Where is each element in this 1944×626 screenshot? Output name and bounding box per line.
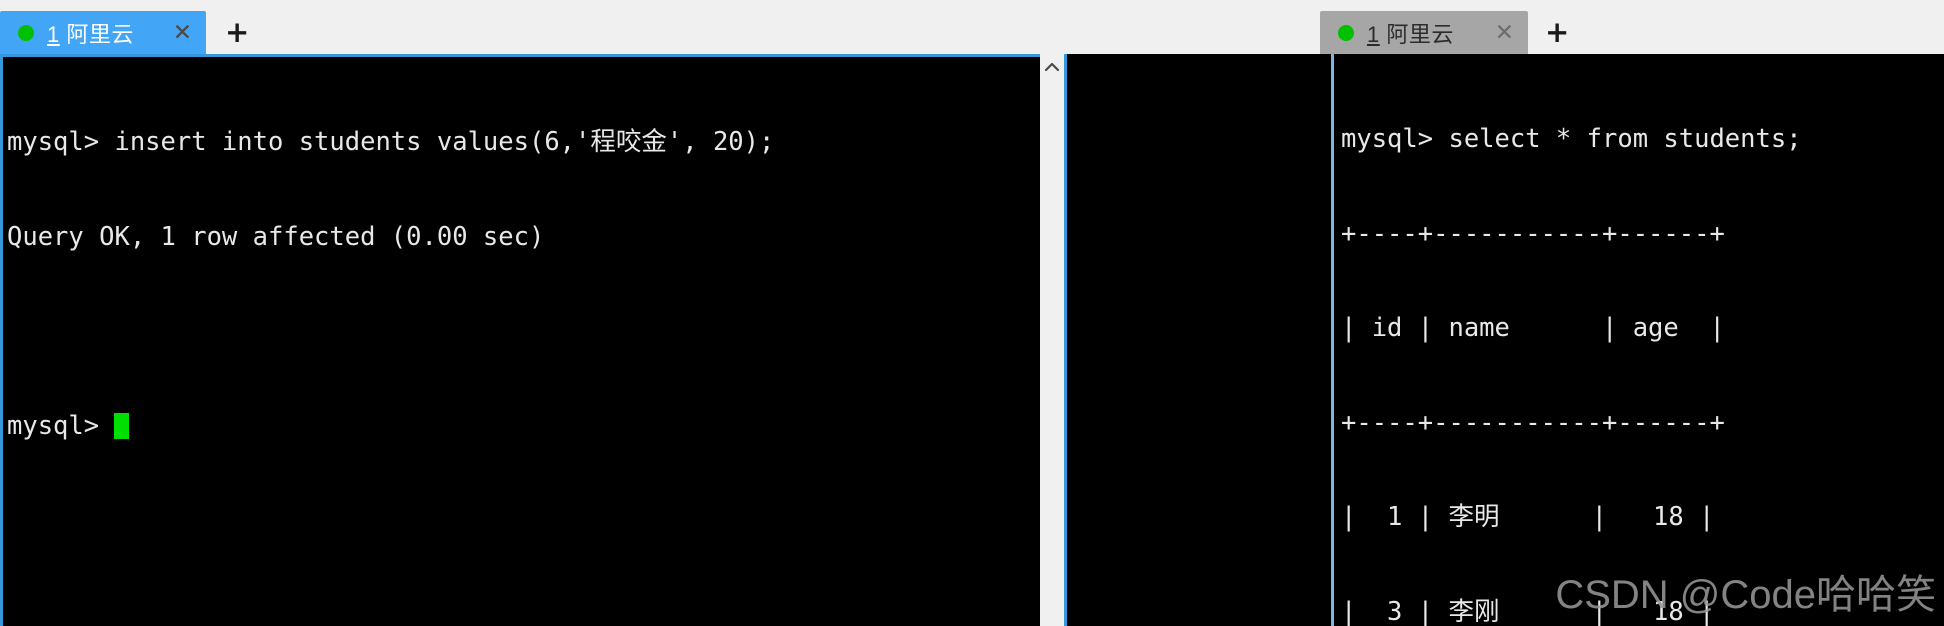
tab-aliyun-left[interactable]: 1 阿里云 ✕ xyxy=(0,11,206,54)
tab-aliyun-right[interactable]: 1 阿里云 ✕ xyxy=(1320,11,1528,54)
tab-number-right: 1 xyxy=(1367,21,1380,47)
terminal-line: +----+-----------+------+ xyxy=(1341,407,1725,438)
tab-title-left: 阿里云 xyxy=(66,21,134,47)
tab-title-right: 阿里云 xyxy=(1386,21,1454,47)
chrome-gap-top xyxy=(1067,0,1331,54)
tab-number-left: 1 xyxy=(47,21,60,47)
tab-label-right: 1 阿里云 xyxy=(1367,17,1454,49)
terminal-line: mysql> insert into students values(6,'程咬… xyxy=(7,127,775,157)
close-icon[interactable]: ✕ xyxy=(173,21,192,44)
terminal-gap-fill xyxy=(1067,54,1331,626)
chevron-up-icon[interactable] xyxy=(1040,54,1064,80)
prompt-text: mysql> xyxy=(7,410,115,441)
new-tab-button-left[interactable]: + xyxy=(225,18,249,47)
close-icon[interactable]: ✕ xyxy=(1495,21,1514,44)
tab-label-left: 1 阿里云 xyxy=(47,17,134,49)
right-terminal[interactable]: mysql> select * from students; +----+---… xyxy=(1331,54,1944,626)
app-root: 1 阿里云 ✕ + mysql> insert into students va… xyxy=(0,0,1944,626)
new-tab-button-right[interactable]: + xyxy=(1545,18,1569,47)
left-terminal[interactable]: mysql> insert into students values(6,'程咬… xyxy=(0,54,1040,626)
text-cursor xyxy=(114,412,130,439)
terminal-line: mysql> select * from students; xyxy=(1341,124,1802,154)
terminal-line: | id | name | age | xyxy=(1341,313,1725,343)
left-terminal-scrollbar[interactable] xyxy=(1040,54,1067,626)
terminal-line: +----+-----------+------+ xyxy=(1341,218,1725,249)
green-status-dot-icon xyxy=(18,24,34,41)
terminal-line: | 3 | 李刚 | 18 | xyxy=(1341,596,1715,626)
green-status-dot-icon xyxy=(1338,24,1354,41)
terminal-line: | 1 | 李明 | 18 | xyxy=(1341,502,1715,532)
terminal-prompt-line: mysql> xyxy=(7,411,1040,443)
terminal-line: Query OK, 1 row affected (0.00 sec) xyxy=(7,221,545,252)
